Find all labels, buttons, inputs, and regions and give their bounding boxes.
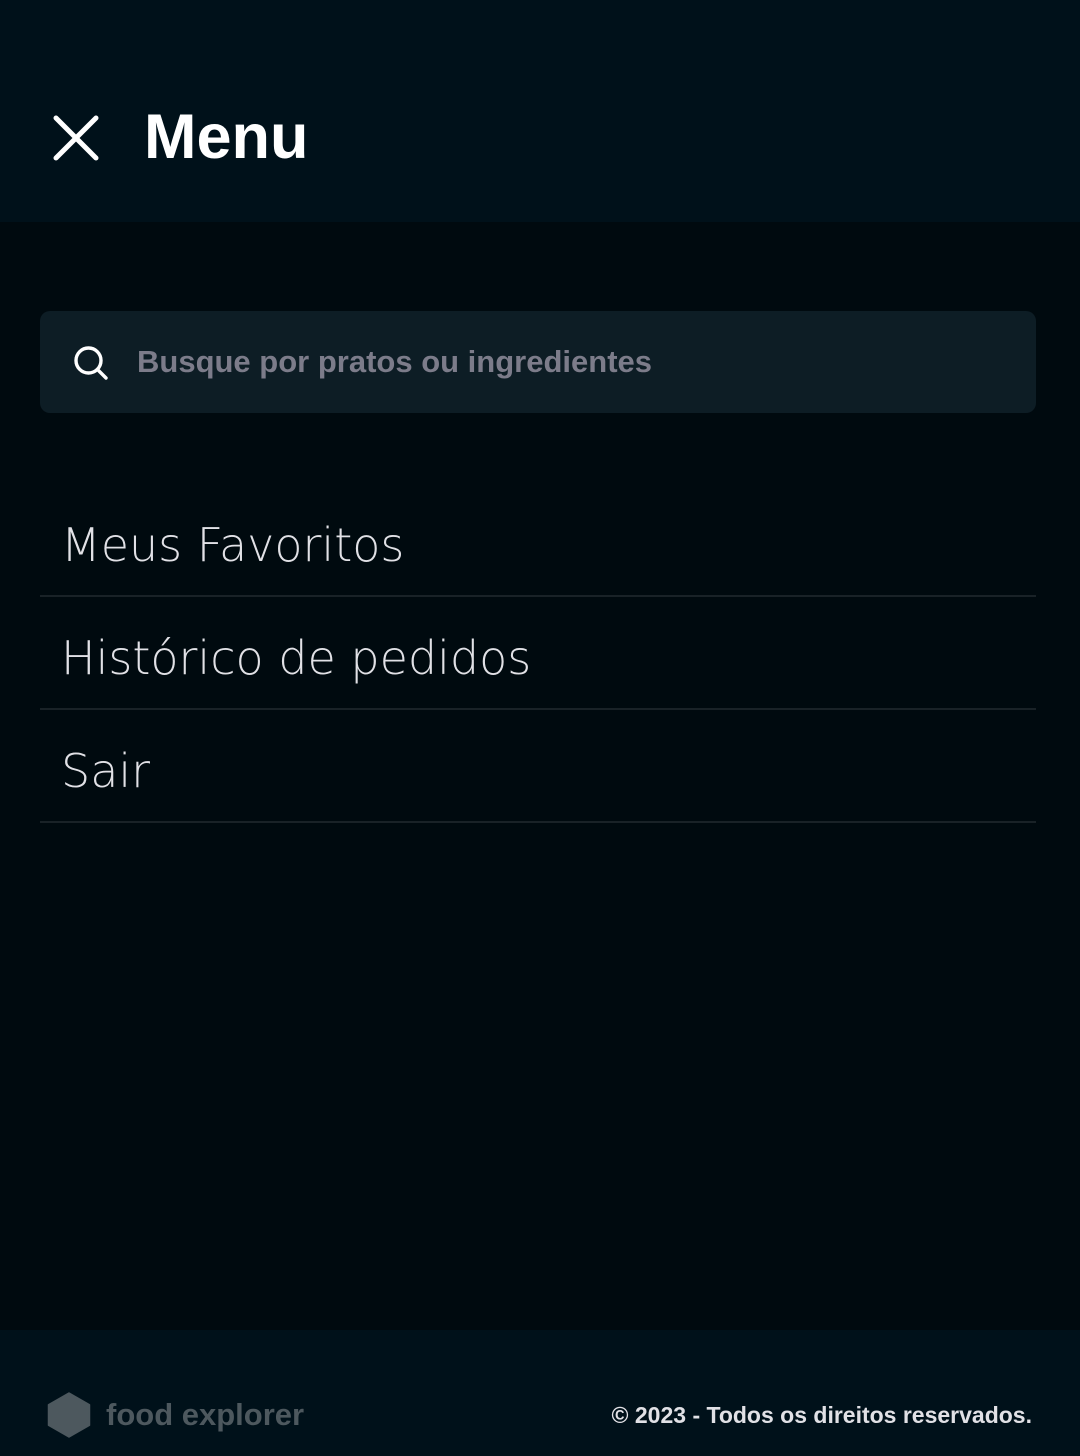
footer-logo: food explorer: [47, 1392, 304, 1438]
search-icon[interactable]: [72, 344, 110, 382]
menu-item-order-history[interactable]: Histórico de pedidos: [40, 597, 1036, 710]
menu-list: Meus Favoritos Histórico de pedidos Sair: [40, 484, 1036, 823]
menu-header: Menu: [0, 0, 1080, 222]
hexagon-icon: [47, 1392, 91, 1438]
page-title: Menu: [144, 102, 309, 172]
brand-name: food explorer: [106, 1397, 305, 1432]
menu-item-label: Histórico de pedidos: [61, 631, 532, 685]
copyright-text: © 2023 - Todos os direitos reservados.: [611, 1402, 1032, 1428]
menu-item-favorites[interactable]: Meus Favoritos: [40, 484, 1036, 597]
menu-item-label: Sair: [61, 744, 151, 798]
menu-item-logout[interactable]: Sair: [40, 710, 1036, 823]
close-menu-button[interactable]: [50, 112, 102, 164]
menu-item-label: Meus Favoritos: [61, 518, 405, 572]
search-input[interactable]: [137, 335, 997, 389]
close-icon: [53, 115, 99, 161]
